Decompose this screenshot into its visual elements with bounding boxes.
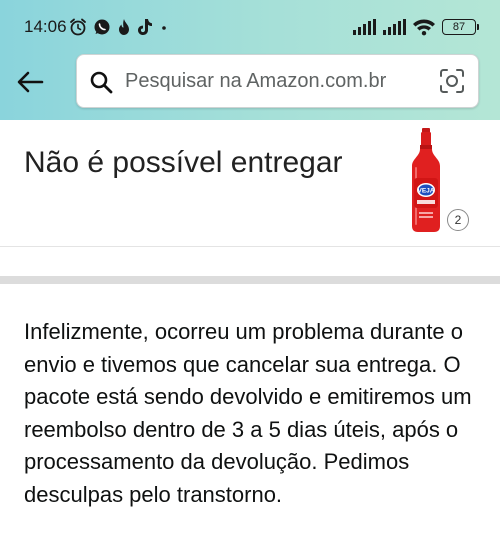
order-header: Não é possível entregar VEJA 2 xyxy=(0,120,500,246)
signal-icon xyxy=(382,19,406,35)
camera-lens-icon[interactable] xyxy=(439,68,465,94)
back-button[interactable] xyxy=(12,64,48,100)
whatsapp-icon xyxy=(92,17,112,37)
product-brand-label: VEJA xyxy=(418,188,435,195)
system-icons: 87 xyxy=(352,17,479,37)
status-time: 14:06 xyxy=(24,17,67,36)
cancellation-message: Infelizmente, ocorreu um problema durant… xyxy=(24,319,472,507)
quantity-badge: 2 xyxy=(447,209,469,231)
tiktok-icon xyxy=(136,17,154,37)
page-title: Não é possível entregar xyxy=(24,146,343,179)
product-image[interactable]: VEJA xyxy=(400,126,452,234)
section-divider xyxy=(0,276,500,284)
app-header: 14:06 87 Pesquisar na Amazon.com.br xyxy=(0,0,500,120)
dot-icon xyxy=(158,17,170,37)
divider xyxy=(0,246,500,247)
signal-icon xyxy=(352,19,376,35)
alarm-clock-icon xyxy=(68,17,88,37)
search-input[interactable] xyxy=(125,55,425,107)
battery-icon: 87 xyxy=(442,19,479,35)
flame-icon xyxy=(116,17,132,37)
wifi-icon xyxy=(412,18,436,36)
back-arrow-icon xyxy=(17,71,44,93)
battery-level: 87 xyxy=(452,21,466,33)
notification-icons xyxy=(68,17,170,37)
search-bar[interactable] xyxy=(76,54,479,108)
status-bar: 14:06 87 xyxy=(0,0,500,48)
search-icon[interactable] xyxy=(89,70,113,94)
